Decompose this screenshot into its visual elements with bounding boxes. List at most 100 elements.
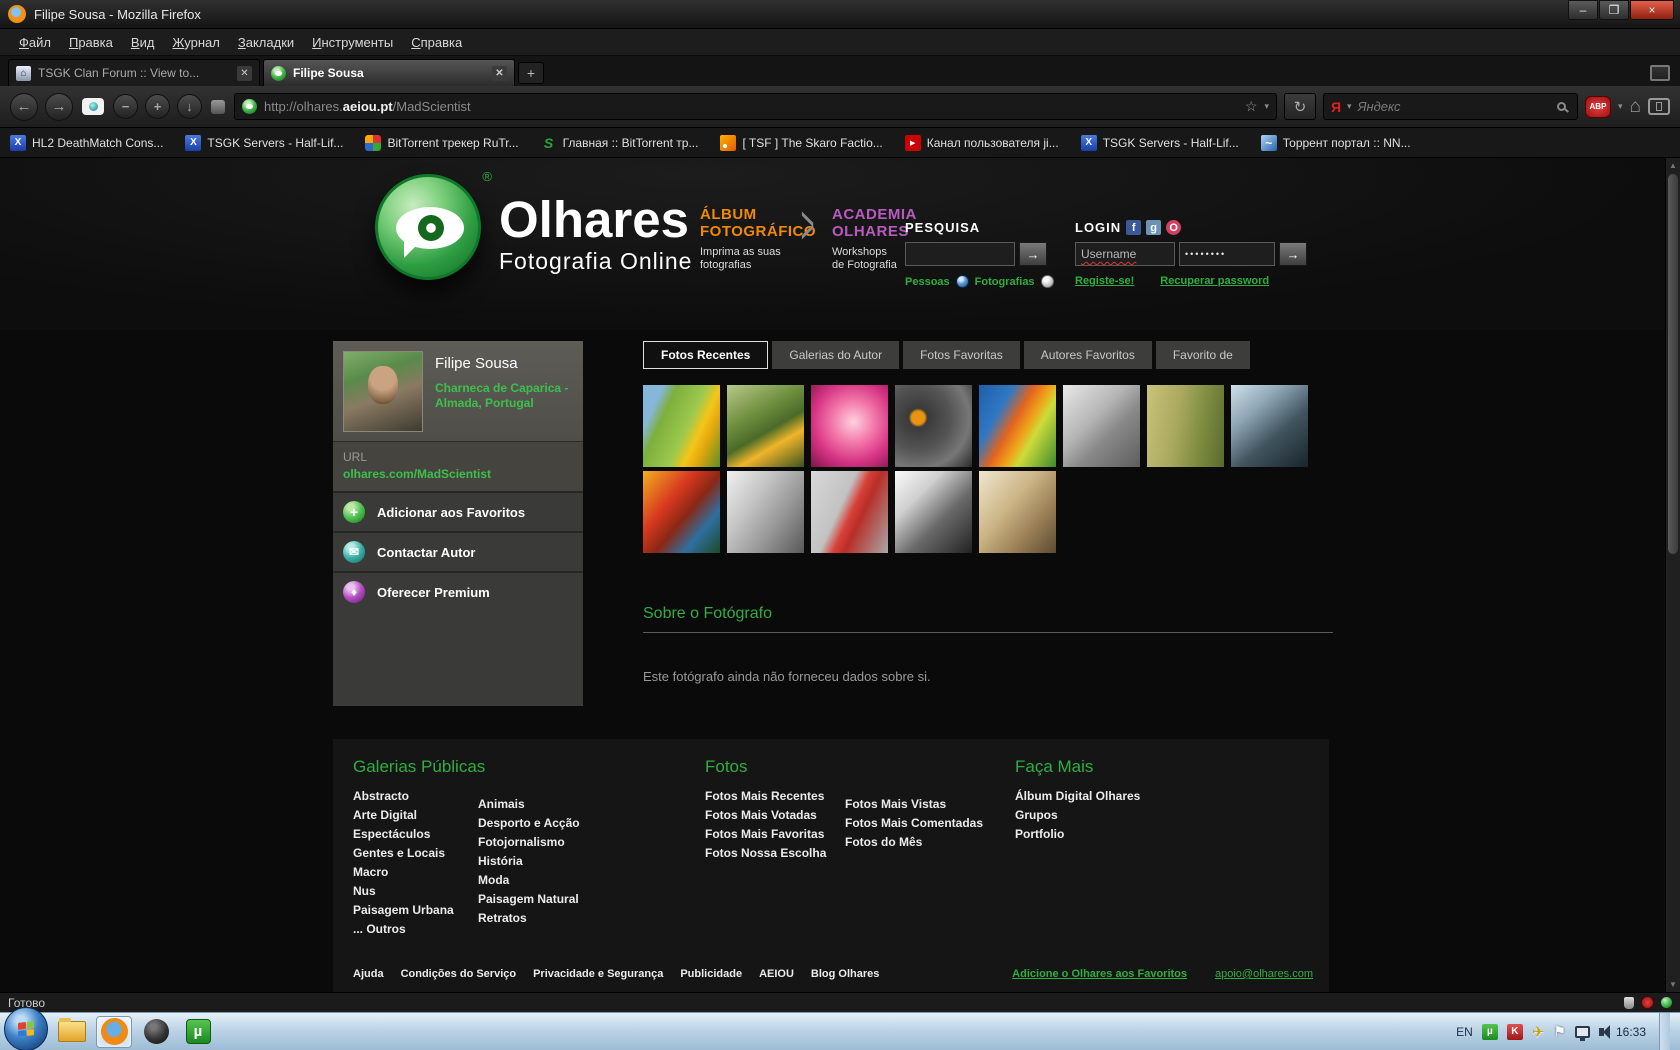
photo-thumbnail[interactable] bbox=[1231, 385, 1308, 467]
bookmark-item[interactable]: Торрент портал :: NN... bbox=[1261, 135, 1411, 151]
footer-link[interactable]: Fotos Mais Comentadas bbox=[845, 814, 983, 833]
profile-tab[interactable]: Galerias do Autor bbox=[772, 341, 899, 369]
tab-close-icon[interactable]: ✕ bbox=[237, 66, 252, 81]
action-center-flag-icon[interactable]: ⚑ bbox=[1553, 1023, 1566, 1040]
menu-item[interactable]: Правка bbox=[60, 32, 122, 53]
footer-bottom-link[interactable]: AEIOU bbox=[759, 968, 794, 980]
abp-status-icon[interactable] bbox=[1641, 996, 1654, 1009]
network-icon[interactable] bbox=[1575, 1026, 1590, 1038]
footer-link[interactable]: Fotos Mais Votadas bbox=[705, 806, 826, 825]
bookmark-item[interactable]: BitTorrent трекер RuTr... bbox=[365, 135, 518, 151]
home-button[interactable]: ⌂ bbox=[1630, 96, 1641, 118]
search-bar[interactable]: Я ▾ Яндекс bbox=[1323, 93, 1578, 120]
taskbar-firefox-button[interactable] bbox=[96, 1016, 132, 1048]
start-button[interactable] bbox=[4, 1007, 48, 1050]
forward-button[interactable]: → bbox=[45, 93, 73, 121]
profile-action-button[interactable]: ✉ Contactar Autor bbox=[333, 531, 583, 571]
adblock-plus-icon[interactable]: ABP bbox=[1585, 96, 1611, 118]
footer-link[interactable]: Gentes e Locais bbox=[353, 844, 485, 863]
photo-thumbnail[interactable] bbox=[643, 385, 720, 467]
footer-link[interactable]: Fotojornalismo bbox=[478, 833, 580, 852]
reload-button[interactable]: ↻ bbox=[1284, 93, 1316, 120]
menu-item[interactable]: Закладки bbox=[229, 32, 303, 53]
footer-bottom-link[interactable]: Publicidade bbox=[680, 968, 742, 980]
footer-bottom-link[interactable]: Privacidade e Segurança bbox=[533, 968, 663, 980]
footer-link[interactable]: Abstracto bbox=[353, 787, 485, 806]
menu-item[interactable]: Файл bbox=[10, 32, 60, 53]
addon-icon[interactable] bbox=[211, 100, 225, 114]
antivirus-tray-icon[interactable]: K bbox=[1507, 1024, 1523, 1040]
photo-thumbnail[interactable] bbox=[811, 385, 888, 467]
chat-bubble-extension-icon[interactable] bbox=[82, 98, 104, 115]
scroll-down-icon[interactable]: ▼ bbox=[1666, 980, 1680, 989]
footer-bottom-link[interactable]: Ajuda bbox=[353, 968, 384, 980]
site-search-input[interactable] bbox=[905, 242, 1015, 266]
menu-item[interactable]: Инструменты bbox=[303, 32, 402, 53]
search-engine-dropdown-icon[interactable]: ▾ bbox=[1347, 101, 1352, 112]
addon-status-icon[interactable] bbox=[1624, 997, 1634, 1009]
olhares-logo[interactable]: ® Olhares Fotografia Online bbox=[375, 174, 692, 280]
panorama-tab-groups-icon[interactable] bbox=[1648, 98, 1670, 115]
bookmark-item[interactable]: TSGK Servers - Half-Lif... bbox=[185, 135, 343, 151]
close-button[interactable]: × bbox=[1630, 0, 1674, 20]
url-dropdown-icon[interactable]: ▾ bbox=[1264, 101, 1269, 112]
airplane-tray-icon[interactable]: ✈ bbox=[1532, 1023, 1545, 1041]
photo-thumbnail[interactable] bbox=[895, 471, 972, 553]
profile-action-button[interactable]: + Adicionar aos Favoritos bbox=[333, 491, 583, 531]
album-fotografico-promo[interactable]: ÁLBUMFOTOGRÁFICO Imprima as suasfotograf… bbox=[700, 206, 816, 272]
footer-link[interactable]: Fotos Mais Vistas bbox=[845, 795, 983, 814]
footer-link[interactable]: Fotos Mais Recentes bbox=[705, 787, 826, 806]
tab-groups-icon[interactable] bbox=[1650, 65, 1670, 81]
username-field[interactable]: Username bbox=[1075, 242, 1175, 266]
profile-tab[interactable]: Autores Favoritos bbox=[1024, 341, 1152, 369]
footer-link[interactable]: Portfolio bbox=[1015, 825, 1140, 844]
profile-action-button[interactable]: ♦ Oferecer Premium bbox=[333, 571, 583, 611]
menu-item[interactable]: Справка bbox=[402, 32, 471, 53]
downloads-button[interactable]: ↓ bbox=[177, 94, 202, 119]
bookmark-item[interactable]: Главная :: BitTorrent тр... bbox=[541, 135, 699, 151]
footer-link[interactable]: Arte Digital bbox=[353, 806, 485, 825]
tab-close-icon[interactable]: ✕ bbox=[492, 66, 507, 81]
adblock-dropdown-icon[interactable]: ▾ bbox=[1618, 101, 1623, 112]
bookmark-item[interactable]: TSGK Servers - Half-Lif... bbox=[1081, 135, 1239, 151]
facebook-icon[interactable]: f bbox=[1126, 220, 1141, 235]
footer-link[interactable]: Grupos bbox=[1015, 806, 1140, 825]
bookmark-item[interactable]: HL2 DeathMatch Cons... bbox=[10, 135, 163, 151]
profile-tab[interactable]: Fotos Favoritas bbox=[903, 341, 1020, 369]
footer-link[interactable]: Paisagem Natural bbox=[478, 890, 580, 909]
bookmark-item[interactable]: [ TSF ] The Skaro Factio... bbox=[720, 135, 882, 151]
menu-item[interactable]: Журнал bbox=[163, 32, 228, 53]
restore-button[interactable]: ❐ bbox=[1599, 0, 1629, 20]
taskbar-explorer-button[interactable] bbox=[54, 1016, 90, 1048]
profile-tab[interactable]: Favorito de bbox=[1156, 341, 1250, 369]
footer-link[interactable]: Animais bbox=[478, 795, 580, 814]
back-button[interactable]: ← bbox=[10, 93, 38, 121]
photo-thumbnail[interactable] bbox=[1147, 385, 1224, 467]
footer-link[interactable]: Espectáculos bbox=[353, 825, 485, 844]
profile-tab[interactable]: Fotos Recentes bbox=[643, 341, 768, 369]
online-status-icon[interactable] bbox=[1661, 997, 1672, 1008]
footer-link[interactable]: Nus bbox=[353, 882, 485, 901]
footer-link[interactable]: História bbox=[478, 852, 580, 871]
browser-tab-filipe-sousa[interactable]: Filipe Sousa ✕ bbox=[263, 59, 515, 86]
footer-link[interactable]: Retratos bbox=[478, 909, 580, 928]
photo-thumbnail[interactable] bbox=[895, 385, 972, 467]
show-desktop-button[interactable] bbox=[1659, 1013, 1670, 1050]
volume-icon[interactable] bbox=[1599, 1028, 1604, 1036]
footer-link[interactable]: Fotos Nossa Escolha bbox=[705, 844, 826, 863]
footer-link[interactable]: Álbum Digital Olhares bbox=[1015, 787, 1140, 806]
footer-link[interactable]: Moda bbox=[478, 871, 580, 890]
new-tab-button[interactable]: + bbox=[518, 62, 544, 84]
photo-thumbnail[interactable] bbox=[811, 471, 888, 553]
menu-item[interactable]: Вид bbox=[122, 32, 164, 53]
photo-thumbnail[interactable] bbox=[727, 385, 804, 467]
taskbar-utorrent-button[interactable]: µ bbox=[180, 1016, 216, 1048]
scrollbar-thumb[interactable] bbox=[1668, 174, 1678, 554]
yandex-icon[interactable]: Я bbox=[1331, 99, 1341, 115]
support-email-link[interactable]: apoio@olhares.com bbox=[1215, 968, 1313, 980]
footer-link[interactable]: Fotos do Mês bbox=[845, 833, 983, 852]
footer-link[interactable]: Macro bbox=[353, 863, 485, 882]
bookmark-star-icon[interactable]: ☆ bbox=[1245, 98, 1258, 115]
search-go-button[interactable]: → bbox=[1019, 242, 1047, 266]
utorrent-tray-icon[interactable]: µ bbox=[1482, 1024, 1498, 1040]
